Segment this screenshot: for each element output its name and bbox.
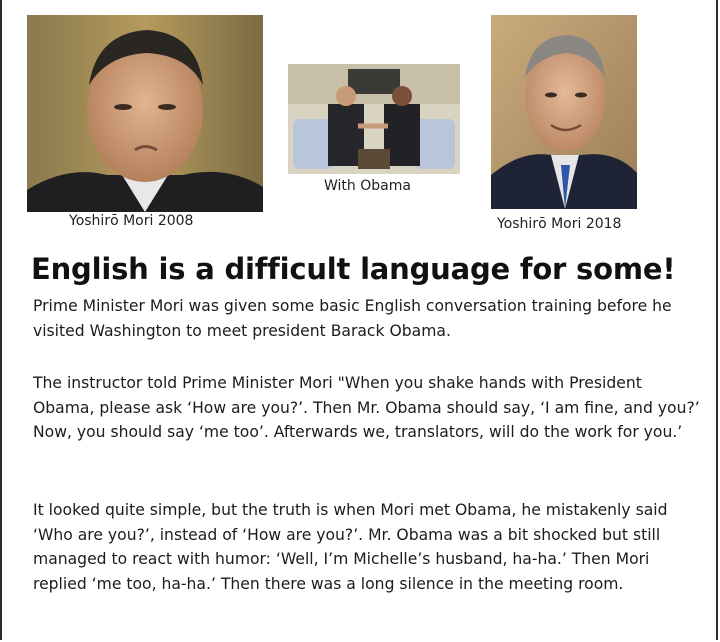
photo-caption-with-obama: With Obama bbox=[324, 178, 411, 194]
headline: English is a difficult language for some… bbox=[31, 252, 676, 286]
photo-caption-2018: Yoshirō Mori 2018 bbox=[497, 216, 622, 232]
paragraph-1: Prime Minister Mori was given some basic… bbox=[33, 297, 672, 340]
paragraph-2: The instructor told Prime Minister Mori … bbox=[33, 374, 700, 441]
photo-caption-2008: Yoshirō Mori 2008 bbox=[69, 213, 194, 229]
paragraph-3: It looked quite simple, but the truth is… bbox=[33, 501, 668, 593]
handshake-photo bbox=[288, 64, 460, 174]
portrait-photo-2018 bbox=[491, 15, 637, 209]
portrait-photo-2008 bbox=[27, 15, 263, 212]
